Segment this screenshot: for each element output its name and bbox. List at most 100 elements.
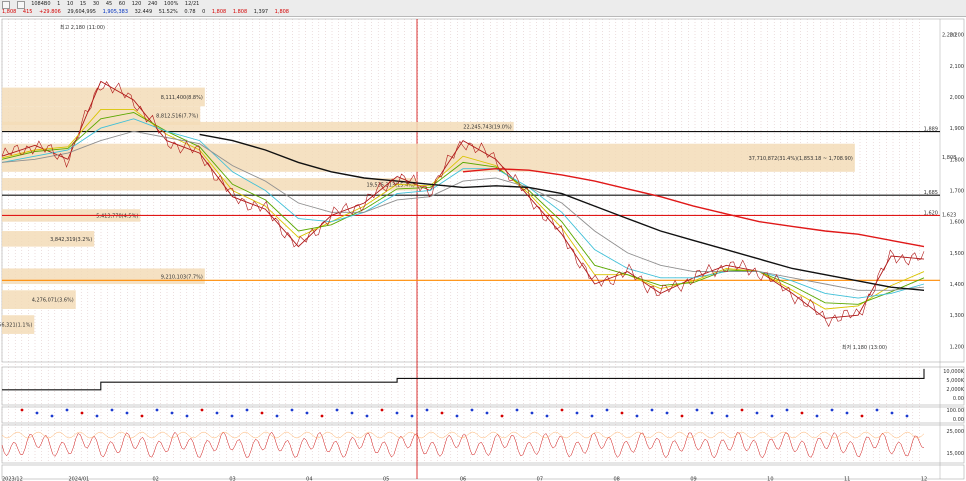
- settings-icon[interactable]: [16, 1, 25, 9]
- signal-dot: [440, 411, 444, 415]
- x-tick-label: 03: [229, 477, 235, 481]
- signal-dot: [335, 408, 339, 412]
- volume-box: [2, 178, 417, 191]
- tab-240[interactable]: 240: [148, 1, 158, 8]
- signal-dot: [395, 411, 399, 415]
- tab-10[interactable]: 10: [67, 1, 73, 8]
- signal-dot: [305, 411, 309, 415]
- quote-field-12: 1,808: [274, 9, 289, 15]
- date-field[interactable]: 12/21: [185, 1, 199, 8]
- signal-tick: 0.00: [953, 417, 964, 423]
- series-ma-red: [462, 167, 925, 248]
- signal-dot: [50, 414, 54, 418]
- volume-profile-boxes: 8,111,400(8.8%) 8,812,516(7.7%) 22,245,743…: [0, 87, 855, 334]
- volume-line: [2, 368, 925, 391]
- x-tick-label: 04: [306, 477, 312, 481]
- x-tick-label: 06: [460, 477, 466, 481]
- signal-dot: [515, 408, 519, 412]
- signal-dot: [710, 411, 714, 415]
- signal-dot: [350, 411, 354, 415]
- y-tick-label: 1,600: [950, 220, 964, 226]
- x-tick-label: 08: [613, 477, 619, 481]
- extreme-annotation: 최고 2,180 (11:00): [60, 24, 105, 31]
- signal-dot: [95, 414, 99, 418]
- signal-dot: [380, 408, 384, 412]
- x-tick-label: 02: [152, 477, 158, 481]
- signal-dot: [530, 411, 534, 415]
- volume-tick: 0.00: [953, 396, 964, 402]
- y-tick-label: 1,700: [950, 189, 964, 195]
- volume-tick: 10,000K: [943, 369, 964, 375]
- quote-field-5: 32.449: [134, 9, 153, 15]
- signal-dot: [815, 414, 819, 418]
- quote-amount: 1,905,383: [102, 9, 129, 15]
- signal-dot: [695, 408, 699, 412]
- tab-45[interactable]: 45: [106, 1, 112, 8]
- volume-box: [2, 143, 855, 172]
- y-tick-label: 2,000: [950, 95, 964, 101]
- volume-box-label: 5,413,778(4.5%): [96, 213, 138, 219]
- volume-box-label: 1,356,321(1.1%): [0, 323, 32, 329]
- quote-price: 1,808: [2, 9, 17, 15]
- quote-field-6: 51.52%: [158, 9, 178, 15]
- tab-1[interactable]: 1: [57, 1, 60, 8]
- menu-icon[interactable]: [2, 1, 10, 9]
- signal-dot: [830, 408, 834, 412]
- tab-60[interactable]: 60: [119, 1, 125, 8]
- signal-dot: [455, 414, 459, 418]
- signal-dot: [545, 414, 549, 418]
- y-tick-label: 2,100: [950, 64, 964, 70]
- quote-change-pct: +29.806: [39, 9, 61, 15]
- signal-dot: [140, 414, 144, 418]
- signal-dot: [680, 414, 684, 418]
- quote-field-11: 1,397: [253, 9, 269, 15]
- panel-frame: [1, 424, 965, 464]
- panel-frame: [1, 406, 965, 424]
- tab-30[interactable]: 30: [93, 1, 99, 8]
- signal-dot: [890, 411, 894, 415]
- signal-dot: [770, 414, 774, 418]
- volume-box-label: 8,812,516(7.7%): [156, 114, 198, 120]
- signal-dot: [320, 414, 324, 418]
- signal-dot: [560, 408, 564, 412]
- stock-chart[interactable]: 8,111,400(8.8%) 8,812,516(7.7%) 22,245,743…: [0, 17, 966, 481]
- chart-toolbar: 1084B0 1 10 15 30 45 60 120 240 100% 12/…: [0, 0, 966, 17]
- zoom-units[interactable]: 100%: [164, 1, 178, 8]
- extreme-annotation: 최저 1,180 (13:00): [842, 344, 887, 351]
- signal-dot: [575, 411, 579, 415]
- right-value-label: 1,623: [942, 213, 956, 219]
- volume-box-label: 37,710,872(31.4%)(1,853.18 ~ 1,708.90): [749, 156, 853, 162]
- x-tick-label: 12: [921, 477, 927, 481]
- symbol-code[interactable]: 1084B0: [31, 1, 50, 8]
- signal-dot: [740, 408, 744, 412]
- signal-dot: [485, 411, 489, 415]
- quote-volume: 29,604,995: [67, 9, 96, 15]
- tab-120[interactable]: 120: [132, 1, 142, 8]
- right-value-label: 2,200: [942, 33, 956, 39]
- tab-15[interactable]: 15: [80, 1, 86, 8]
- signal-dot: [905, 414, 909, 418]
- volume-box-label: 9,210,103(7.7%): [161, 274, 203, 280]
- signal-dot: [845, 411, 849, 415]
- signal-dot: [155, 408, 159, 412]
- signal-dot: [620, 411, 624, 415]
- signal-dot: [665, 411, 669, 415]
- x-tick-label: 05: [383, 477, 389, 481]
- signal-dot: [410, 414, 414, 418]
- x-tick-label: 2023/12: [2, 477, 23, 481]
- x-tick-label: 07: [537, 477, 543, 481]
- signal-dot: [245, 408, 249, 412]
- volume-tick: 5,000K: [946, 378, 964, 384]
- signal-dot: [755, 411, 759, 415]
- toolbar-row-quote: 1,808 415 +29.806 29,604,995 1,905,383 3…: [2, 9, 294, 16]
- oscillator-tick: 25,000: [947, 429, 965, 435]
- signal-dot: [260, 411, 264, 415]
- signal-dot: [65, 408, 69, 412]
- signal-dot: [500, 414, 504, 418]
- y-tick-label: 1,200: [950, 344, 964, 350]
- y-tick-label: 1,900: [950, 126, 964, 132]
- signal-dot: [170, 411, 174, 415]
- signal-dot: [800, 411, 804, 415]
- level-label: 1,889: [924, 127, 938, 133]
- signal-dot: [110, 408, 114, 412]
